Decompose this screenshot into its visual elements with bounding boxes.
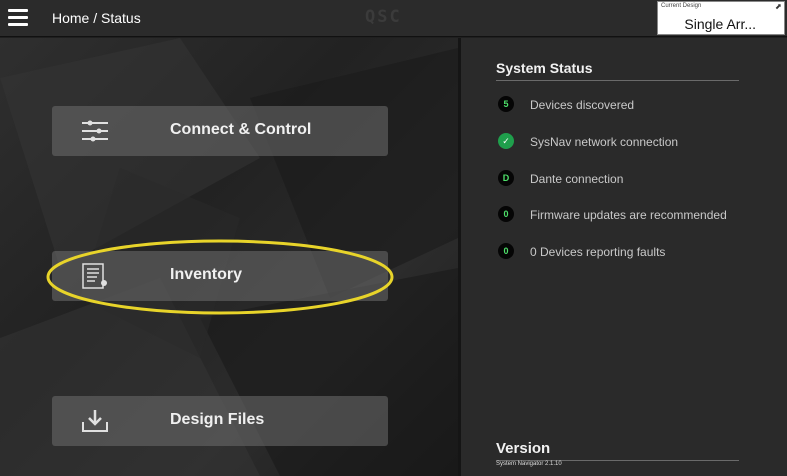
check-circle-icon: ✓: [498, 133, 514, 149]
status-panel: System Status 5 Devices discovered ✓ Sys…: [458, 38, 787, 476]
status-text: SysNav network connection: [530, 135, 679, 149]
connect-control-label: Connect & Control: [170, 121, 312, 138]
status-text: 0 Devices reporting faults: [530, 245, 666, 259]
connect-control-button[interactable]: Connect & Control: [52, 106, 388, 156]
design-files-button[interactable]: Design Files: [52, 396, 388, 446]
current-design-value: Single Arr...: [684, 16, 756, 32]
navigation-panel: Connect & Control Inventory Design Files: [0, 38, 458, 476]
version-title: Version: [496, 440, 551, 457]
status-badge: 0: [498, 206, 514, 222]
status-text: Devices discovered: [530, 98, 635, 112]
current-design-selector[interactable]: Current Design Single Arr... ⬈: [657, 1, 785, 35]
qsc-logo: QSC: [365, 7, 402, 27]
breadcrumb: Home / Status: [52, 10, 141, 26]
status-text: Dante connection: [530, 172, 624, 186]
design-files-label: Design Files: [170, 411, 265, 428]
top-bar: Home / Status QSC Current Design Single …: [0, 0, 787, 37]
download-tray-icon: [82, 410, 108, 432]
highlight-ellipse: [46, 239, 394, 315]
status-badge: 0: [498, 243, 514, 259]
status-badge: 5: [498, 96, 514, 112]
hamburger-menu-icon[interactable]: [8, 9, 28, 27]
expand-icon[interactable]: ⬈: [775, 3, 782, 11]
system-status-divider: [496, 80, 739, 81]
status-text: Firmware updates are recommended: [530, 208, 727, 222]
sliders-icon: [82, 120, 108, 142]
status-badge: D: [498, 170, 514, 186]
system-status-title: System Status: [496, 60, 593, 76]
current-design-caption: Current Design: [661, 3, 702, 9]
version-text: System Navigator 2.1.10: [496, 461, 562, 467]
